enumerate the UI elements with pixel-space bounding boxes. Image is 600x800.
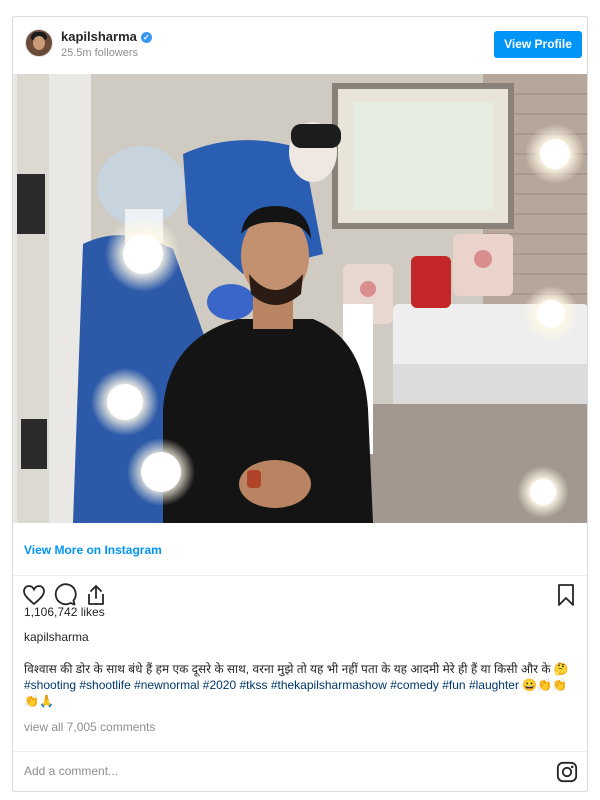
heart-icon[interactable]: [22, 583, 46, 607]
instagram-embed-card: kapilsharma ✓ 25.5m followers View Profil…: [12, 16, 588, 792]
view-more-on-instagram-link[interactable]: View More on Instagram: [24, 543, 162, 557]
bookmark-icon[interactable]: [554, 583, 578, 607]
avatar[interactable]: [25, 29, 53, 57]
share-icon[interactable]: [84, 583, 108, 607]
post-caption: विश्वास की डोर के साथ बंधे हैं हम एक दूस…: [24, 661, 580, 709]
instagram-icon[interactable]: [556, 761, 578, 783]
likes-count[interactable]: 1,106,742 likes: [24, 605, 105, 619]
username-row[interactable]: kapilsharma ✓: [61, 29, 152, 44]
caption-hashtags[interactable]: #shooting #shootlife #newnormal #2020 #t…: [24, 678, 519, 692]
followers-count: 25.5m followers: [61, 47, 139, 59]
caption-text: विश्वास की डोर के साथ बंधे हैं हम एक दूस…: [24, 662, 569, 676]
add-comment-input[interactable]: Add a comment...: [24, 764, 118, 778]
comment-icon[interactable]: [53, 583, 77, 607]
post-image[interactable]: [13, 74, 587, 523]
post-header: kapilsharma ✓ 25.5m followers View Profil…: [13, 17, 587, 73]
comment-row: Add a comment...: [13, 751, 587, 791]
view-profile-button[interactable]: View Profile: [494, 31, 582, 58]
caption-username[interactable]: kapilsharma: [24, 630, 89, 644]
username[interactable]: kapilsharma: [61, 29, 137, 44]
view-all-comments-link[interactable]: view all 7,005 comments: [24, 720, 155, 734]
verified-badge-icon: ✓: [140, 32, 152, 43]
view-more-row: View More on Instagram: [13, 524, 587, 576]
post-photo-illustration: [13, 74, 587, 523]
